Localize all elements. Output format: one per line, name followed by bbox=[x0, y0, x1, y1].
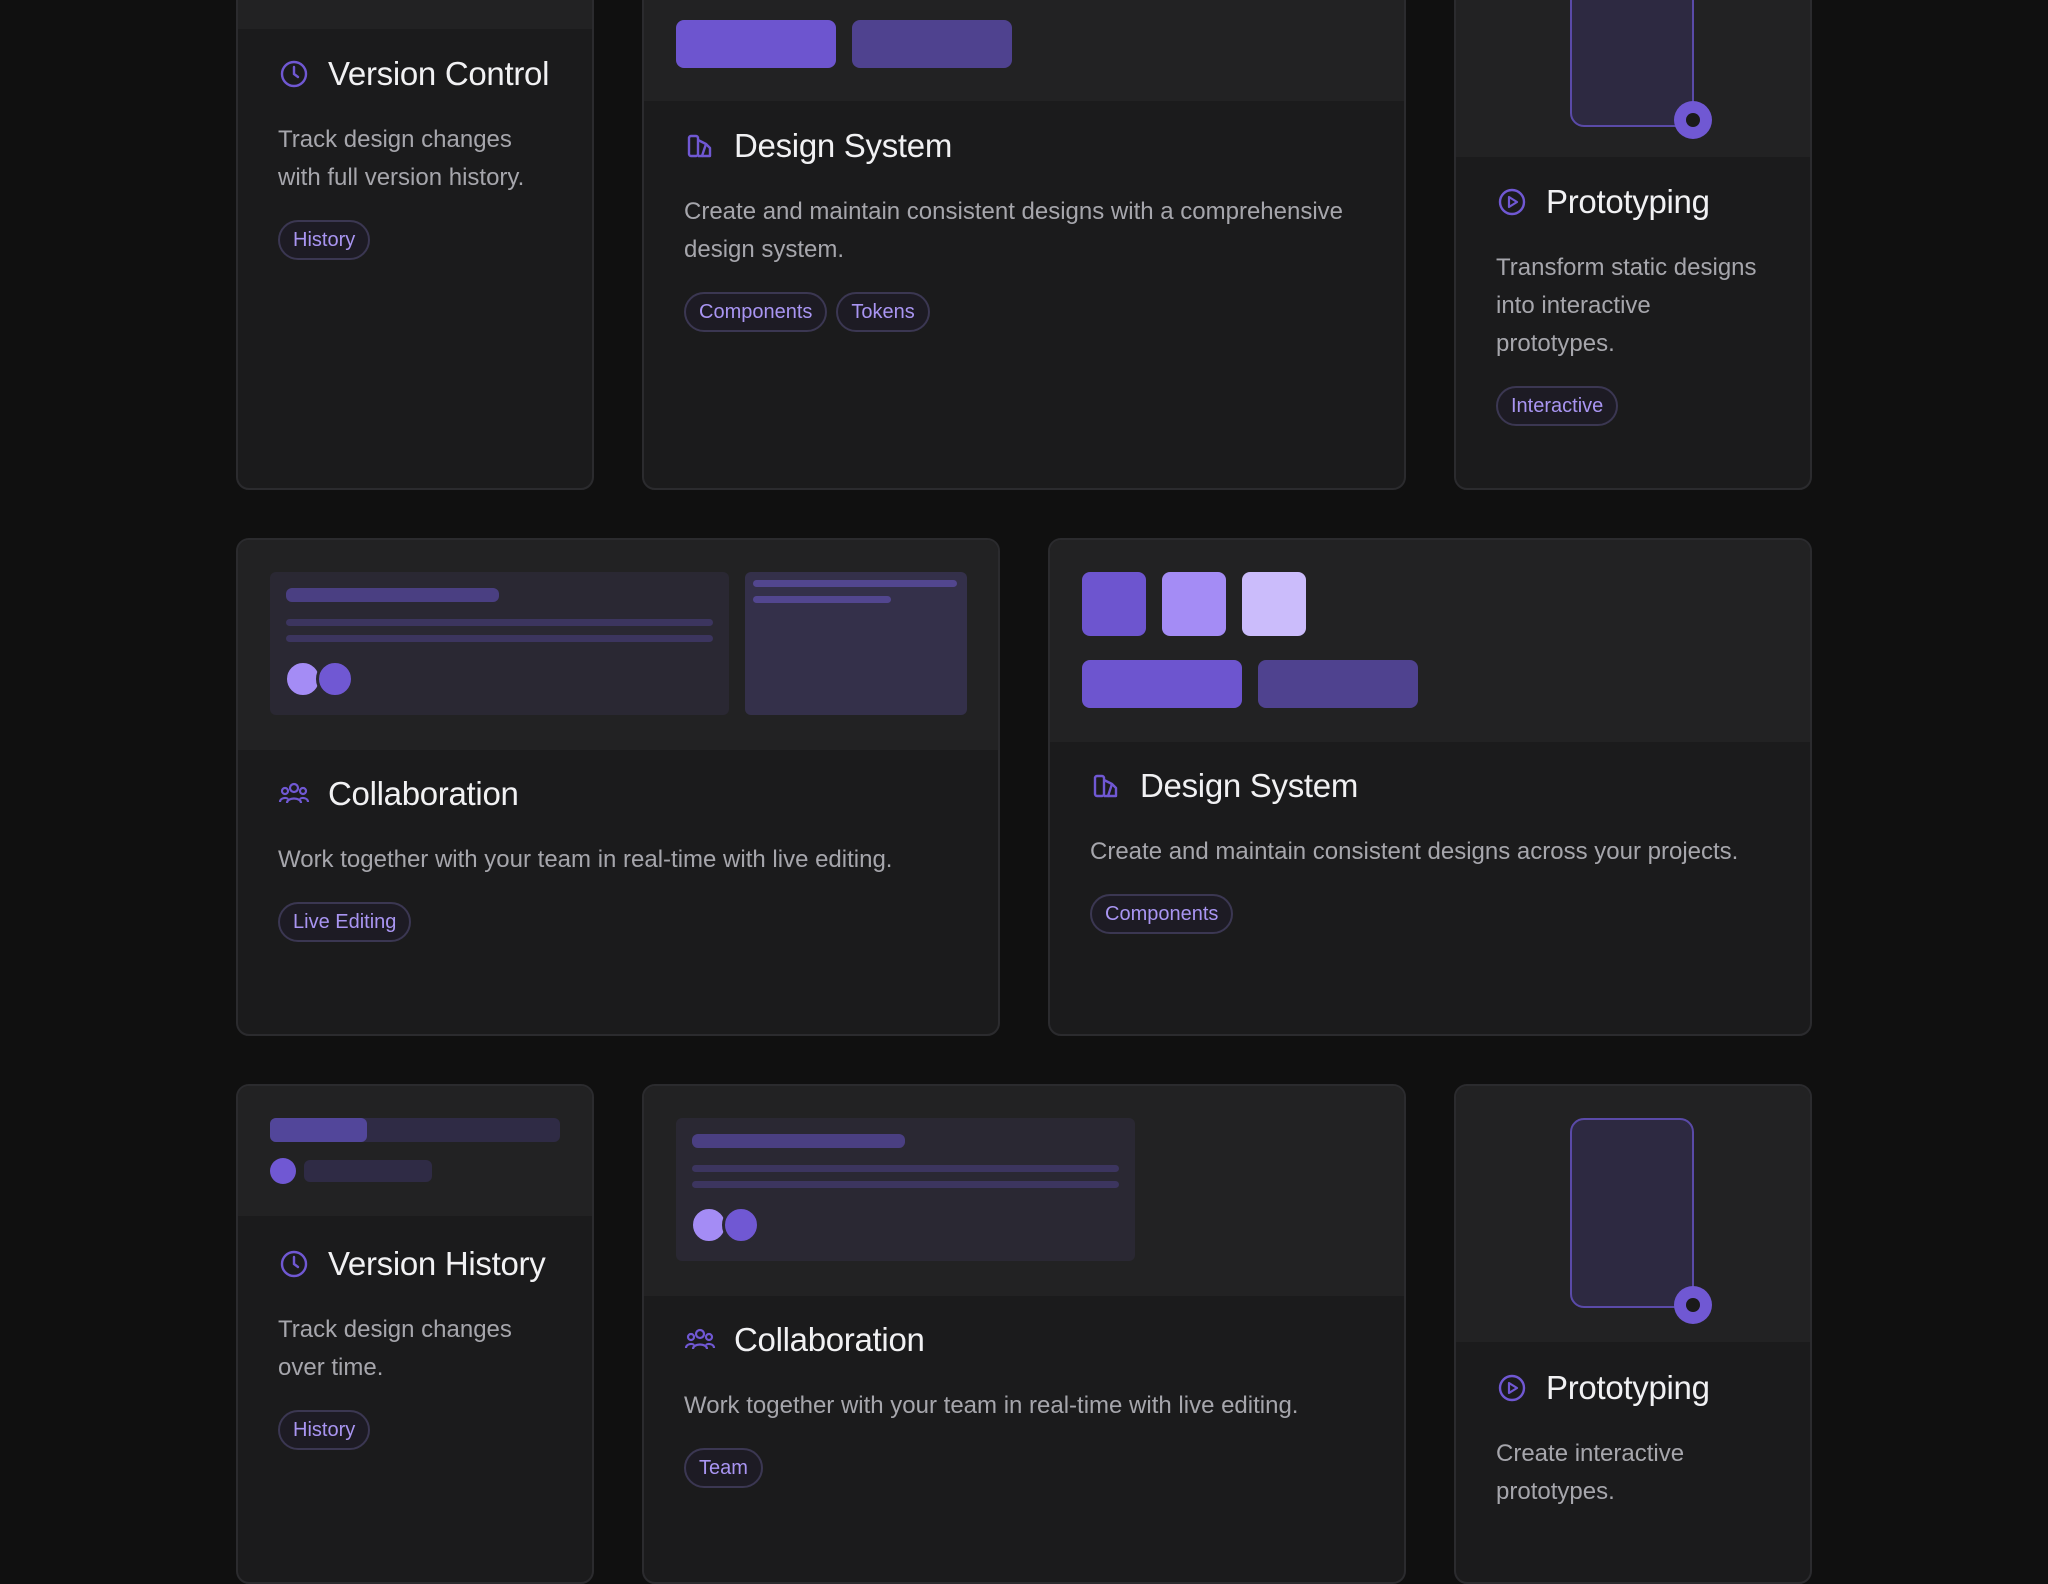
card-description: Track design changes over time. bbox=[278, 1316, 512, 1381]
document-preview bbox=[270, 572, 729, 715]
card-title: Prototyping bbox=[1546, 183, 1710, 220]
card-title: Collaboration bbox=[734, 1321, 925, 1358]
card-description: Create and maintain consistent designs a… bbox=[1090, 838, 1739, 865]
card-preview bbox=[238, 540, 998, 750]
feature-card-version-history[interactable]: Version History Track design changes ove… bbox=[236, 1084, 594, 1584]
tag[interactable]: Components bbox=[684, 292, 828, 332]
feature-card-prototyping[interactable]: Prototyping Create interactive prototype… bbox=[1454, 1084, 1812, 1584]
card-description: Work together with your team in real-tim… bbox=[278, 846, 893, 873]
progress-fill bbox=[270, 1118, 367, 1142]
card-description: Track design changes with full version h… bbox=[278, 126, 525, 191]
preview-button-primary bbox=[1082, 660, 1242, 708]
document-preview bbox=[676, 1118, 1135, 1261]
timeline-dot bbox=[270, 1158, 296, 1184]
clock-icon bbox=[280, 60, 308, 88]
card-title: Design System bbox=[1140, 767, 1359, 804]
tag[interactable]: Tokens bbox=[836, 292, 930, 332]
tap-indicator bbox=[1674, 1286, 1712, 1324]
card-title: Design System bbox=[734, 127, 953, 164]
color-swatch bbox=[1162, 572, 1226, 636]
card-title: Version Control bbox=[328, 55, 550, 92]
tag[interactable]: Interactive bbox=[1496, 386, 1619, 426]
feature-card-collaboration[interactable]: Collaboration Work together with your te… bbox=[236, 538, 1000, 1036]
card-preview bbox=[1456, 1086, 1810, 1342]
card-preview bbox=[238, 1086, 592, 1216]
card-preview bbox=[1050, 540, 1810, 742]
phone-mockup bbox=[1570, 0, 1694, 127]
feature-card-design-system[interactable]: Design System Create and maintain consis… bbox=[1048, 538, 1812, 1036]
tag[interactable]: Components bbox=[1090, 894, 1234, 934]
users-icon bbox=[278, 782, 310, 804]
card-preview bbox=[644, 0, 1404, 101]
card-preview bbox=[1456, 0, 1810, 157]
palette-icon bbox=[687, 134, 712, 158]
card-title: Prototyping bbox=[1546, 1369, 1710, 1406]
card-description: Work together with your team in real-tim… bbox=[684, 1392, 1299, 1419]
card-preview bbox=[644, 1086, 1404, 1296]
palette-icon bbox=[1093, 774, 1118, 798]
clock-icon bbox=[280, 1250, 308, 1278]
play-circle-icon bbox=[1498, 188, 1526, 216]
card-title: Version History bbox=[328, 1245, 546, 1282]
card-preview bbox=[238, 0, 592, 29]
card-title: Collaboration bbox=[328, 775, 519, 812]
card-description: Create and maintain consistent designs w… bbox=[684, 198, 1344, 263]
card-description: Create interactive prototypes. bbox=[1496, 1440, 1685, 1505]
tag[interactable]: Live Editing bbox=[278, 902, 412, 942]
avatar bbox=[316, 660, 354, 698]
document-preview bbox=[745, 572, 967, 715]
timeline-label-placeholder bbox=[304, 1160, 432, 1182]
phone-mockup bbox=[1570, 1118, 1694, 1308]
feature-card-collaboration[interactable]: Collaboration Work together with your te… bbox=[642, 1084, 1406, 1584]
preview-button-secondary bbox=[852, 20, 1012, 68]
feature-card-prototyping[interactable]: Prototyping Transform static designs int… bbox=[1454, 0, 1812, 490]
tag[interactable]: Team bbox=[684, 1448, 763, 1488]
play-circle-icon bbox=[1498, 1374, 1526, 1402]
feature-card-design-system[interactable]: Design System Create and maintain consis… bbox=[642, 0, 1406, 490]
avatar bbox=[722, 1206, 760, 1244]
feature-card-version-control[interactable]: Version Control Track design changes wit… bbox=[236, 0, 594, 490]
tag[interactable]: History bbox=[278, 220, 371, 260]
tag[interactable]: History bbox=[278, 1410, 371, 1450]
preview-button-primary bbox=[676, 20, 836, 68]
color-swatch bbox=[1082, 572, 1146, 636]
color-swatch bbox=[1242, 572, 1306, 636]
users-icon bbox=[684, 1328, 716, 1350]
preview-button-secondary bbox=[1258, 660, 1418, 708]
card-description: Transform static designs into interactiv… bbox=[1496, 254, 1757, 357]
tap-indicator bbox=[1674, 101, 1712, 139]
